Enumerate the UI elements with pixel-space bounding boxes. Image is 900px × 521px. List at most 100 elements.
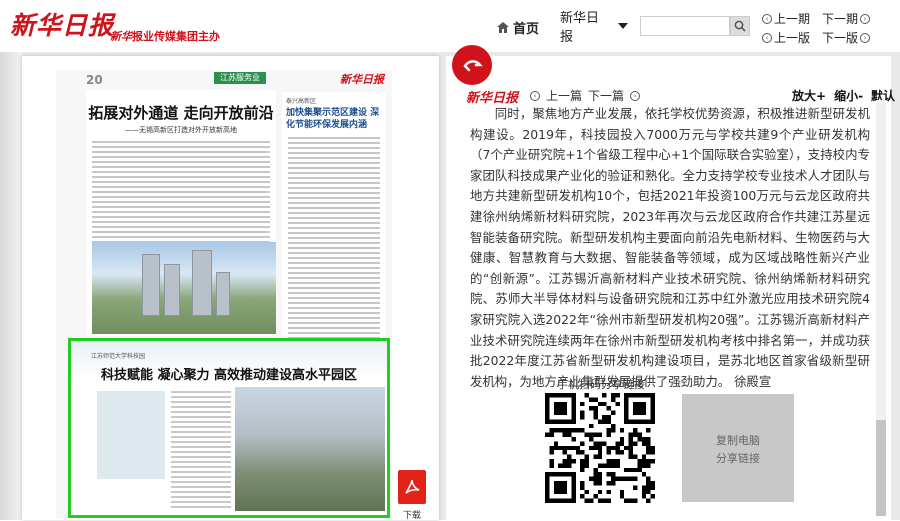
qr-module — [646, 476, 651, 481]
qr-module — [637, 467, 642, 473]
qr-module — [606, 432, 611, 437]
page-number: 20 — [86, 73, 103, 87]
qr-module — [619, 441, 625, 446]
qr-module — [597, 472, 603, 477]
qr-module — [646, 445, 651, 451]
article1-text-lines — [92, 141, 270, 243]
pdf-download-button[interactable] — [398, 470, 426, 504]
article-block-3-selected[interactable]: 江苏师范大学科技园 科技赋能 凝心聚力 高效推动建设高水平园区 — [68, 338, 390, 518]
qr-module — [606, 459, 611, 464]
building-shape — [216, 272, 230, 316]
qr-module — [646, 489, 651, 495]
qr-module — [580, 463, 585, 468]
qr-module — [571, 445, 576, 451]
zoom-out-button[interactable]: 缩小- — [834, 87, 863, 104]
qr-module — [597, 419, 603, 424]
search-button[interactable] — [730, 16, 750, 36]
qr-module — [558, 445, 563, 451]
qr-module — [628, 445, 633, 451]
next-article-link[interactable]: 下一篇 — [588, 87, 624, 104]
home-link[interactable]: 首页 — [497, 18, 539, 37]
qr-module — [549, 432, 554, 437]
qr-module — [611, 463, 616, 468]
article2-title: 加快集聚示范区建设 深化节能环保发展内涵 — [286, 108, 380, 130]
prev-page-link[interactable]: ‹ 上一版 — [762, 29, 810, 46]
qr-module — [593, 494, 598, 499]
qr-module — [597, 441, 603, 446]
qr-module — [584, 459, 589, 464]
qr-module — [637, 459, 642, 464]
qr-module — [619, 476, 625, 481]
article-block-2[interactable]: 泰兴高新区 加快集聚示范区建设 深化节能环保发展内涵 — [282, 92, 386, 339]
zoom-in-button[interactable]: 放大+ — [792, 87, 826, 104]
qr-module — [637, 432, 642, 437]
qr-module — [641, 472, 647, 477]
qr-module — [650, 459, 655, 464]
qr-module — [615, 459, 620, 464]
qr-module — [589, 445, 594, 451]
qr-module — [628, 454, 633, 459]
qr-module — [593, 415, 598, 420]
qr-module — [545, 432, 550, 437]
qr-module — [584, 498, 589, 503]
qr-module — [628, 498, 633, 503]
qr-module — [571, 437, 576, 442]
qr-module — [624, 476, 629, 481]
qr-module — [589, 406, 594, 411]
qr-module — [641, 454, 647, 459]
qr-module — [633, 467, 638, 473]
qr-module — [597, 489, 603, 495]
qr-module — [558, 463, 563, 468]
prev-article-link[interactable]: 上一篇 — [546, 87, 582, 104]
next-page-link[interactable]: 下一版 › — [822, 29, 871, 46]
qr-module — [641, 485, 647, 490]
qr-module — [593, 481, 598, 486]
qr-module — [606, 481, 611, 486]
qr-module — [562, 459, 567, 464]
qr-module — [611, 428, 616, 433]
search-input[interactable] — [640, 16, 730, 36]
article-scrollbar-thumb[interactable] — [876, 420, 886, 516]
qr-module — [611, 459, 616, 464]
qr-module — [628, 441, 633, 446]
copy-link-button[interactable]: 复制电脑 分享链接 — [682, 394, 794, 502]
arrow-left-icon: ‹ — [530, 90, 540, 101]
qr-module — [553, 445, 559, 451]
qr-module — [646, 459, 651, 464]
publisher-mark: 新华 — [110, 30, 132, 43]
qr-module — [593, 432, 598, 437]
qr-module — [606, 450, 611, 455]
qr-module — [606, 463, 611, 468]
next-issue-link[interactable]: 下一期 › — [822, 10, 871, 27]
qr-module — [615, 463, 620, 468]
arrow-left-icon: ‹ — [762, 13, 772, 24]
qr-module — [637, 463, 642, 468]
qr-module — [624, 445, 629, 451]
qr-module — [606, 472, 611, 477]
qr-module — [650, 450, 655, 455]
qr-module — [571, 459, 576, 464]
qr-module — [597, 476, 603, 481]
qr-module — [633, 432, 638, 437]
copy-link-label-1: 复制电脑 — [716, 434, 760, 447]
site-logo[interactable]: 新华日报 — [10, 6, 114, 42]
paper-select-dropdown[interactable]: 新华日报 — [548, 11, 628, 45]
pdf-icon — [405, 479, 420, 494]
qr-module — [606, 419, 611, 424]
qr-module — [589, 437, 594, 442]
back-button[interactable] — [452, 45, 492, 85]
qr-module — [646, 485, 651, 490]
qr-module — [597, 450, 603, 455]
qr-module — [549, 445, 554, 451]
qr-module — [597, 481, 603, 486]
building-shape — [164, 264, 180, 316]
qr-module — [650, 494, 655, 499]
prev-issue-link[interactable]: ‹ 上一期 — [762, 10, 810, 27]
qr-module — [580, 494, 585, 499]
arrow-right-icon: › — [630, 90, 641, 101]
qr-module — [593, 454, 598, 459]
qr-module — [641, 489, 647, 495]
qr-module — [628, 467, 633, 473]
qr-module — [567, 445, 572, 451]
qr-module — [602, 463, 607, 468]
